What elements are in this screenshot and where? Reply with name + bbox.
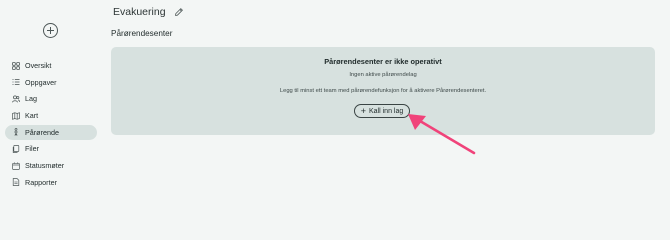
- section-title: Pårørendesenter: [111, 29, 173, 38]
- page-title-text: Evakuering: [113, 6, 166, 18]
- panel-heading: Pårørendesenter er ikke operativt: [324, 57, 442, 66]
- sidebar-item-label: Oppgaver: [25, 77, 57, 87]
- sidebar-item-statusmoter[interactable]: Statusmøter: [5, 158, 97, 173]
- add-button[interactable]: [43, 23, 58, 38]
- pencil-icon[interactable]: [174, 7, 184, 17]
- panel-subtext: Ingen aktive pårørendelag: [349, 72, 417, 78]
- sidebar-nav: Oversikt Oppgaver Lag Kart Pårørende Fil…: [5, 58, 97, 192]
- sidebar-item-label: Rapporter: [25, 177, 57, 187]
- page-title: Evakuering: [113, 6, 184, 18]
- sidebar-item-label: Filer: [25, 144, 39, 154]
- plus-icon: [47, 27, 54, 34]
- grid-icon: [12, 61, 20, 70]
- sidebar-item-parorende[interactable]: Pårørende: [5, 124, 97, 140]
- sidebar-item-label: Lag: [25, 94, 37, 104]
- panel-hint: Legg til minst ett team med pårørendefun…: [279, 88, 487, 94]
- sidebar-item-label: Kart: [25, 111, 39, 121]
- sidebar-item-oppgaver[interactable]: Oppgaver: [5, 75, 97, 90]
- sidebar-item-rapporter[interactable]: Rapporter: [5, 175, 97, 190]
- sidebar: Oversikt Oppgaver Lag Kart Pårørende Fil…: [0, 0, 102, 211]
- sidebar-item-label: Oversikt: [25, 61, 52, 70]
- sidebar-item-oversikt[interactable]: Oversikt: [5, 58, 97, 73]
- report-icon: [12, 178, 20, 187]
- call-team-button-label: Kall inn lag: [369, 107, 404, 115]
- person-icon: [12, 128, 20, 136]
- list-icon: [12, 78, 20, 86]
- sidebar-item-kart[interactable]: Kart: [5, 108, 97, 123]
- sidebar-item-label: Pårørende: [25, 127, 59, 137]
- status-panel: Pårørendesenter er ikke operativt Ingen …: [111, 47, 655, 135]
- map-icon: [12, 111, 20, 120]
- sidebar-item-label: Statusmøter: [25, 161, 65, 171]
- call-team-button[interactable]: + Kall inn lag: [354, 104, 410, 118]
- sidebar-item-lag[interactable]: Lag: [5, 91, 97, 106]
- annotation-arrow-icon: [408, 114, 476, 155]
- calendar-icon: [12, 162, 20, 170]
- users-icon: [12, 95, 20, 103]
- files-icon: [12, 145, 20, 153]
- plus-icon: +: [360, 105, 366, 116]
- sidebar-item-filer[interactable]: Filer: [5, 141, 97, 156]
